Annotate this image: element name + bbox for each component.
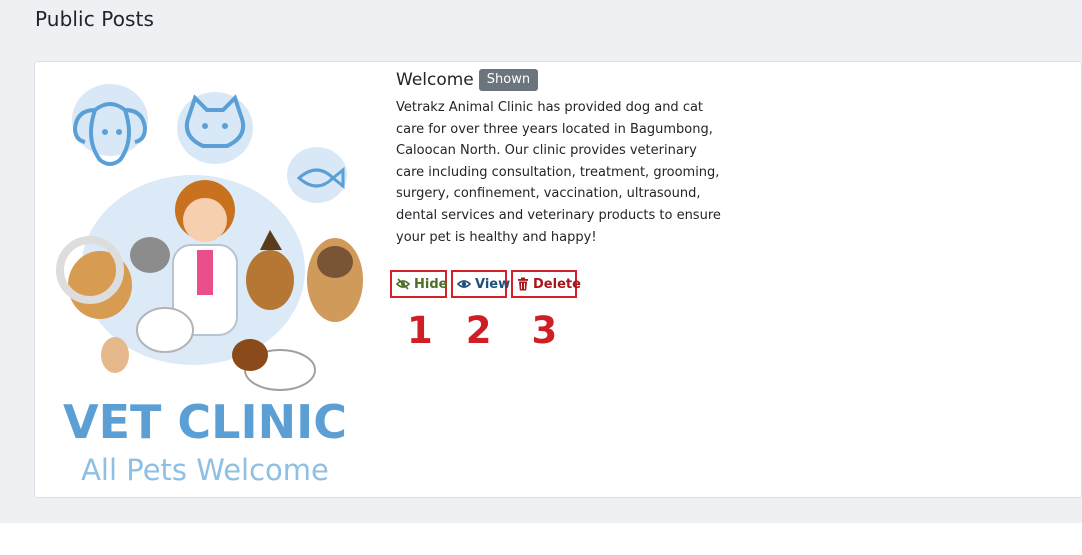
post-actions: Hide View Delete [390, 270, 581, 298]
hide-button[interactable]: Hide [390, 270, 447, 298]
image-text-line2: All Pets Welcome [81, 453, 329, 487]
eye-icon [457, 280, 471, 288]
delete-button[interactable]: Delete [511, 270, 581, 298]
view-button[interactable]: View [451, 270, 511, 298]
image-text-line1: VET CLINIC [63, 395, 347, 449]
post-title: Welcome [396, 70, 474, 90]
annotation-number-1: 1 [407, 309, 433, 352]
annotation-number-2: 2 [465, 309, 492, 352]
hide-button-label: Hide [414, 276, 448, 292]
post-card: VET CLINIC All Pets Welcome Welcome Show… [34, 61, 1082, 498]
annotation-number-3: 3 [531, 309, 558, 352]
delete-button-label: Delete [533, 276, 581, 292]
eye-slash-icon [396, 278, 410, 290]
trash-icon [518, 277, 528, 291]
view-button-label: View [475, 276, 511, 292]
post-body: Vetrakz Animal Clinic has provided dog a… [396, 100, 721, 245]
step-annotations: 1 2 3 [407, 309, 557, 352]
page-title: Public Posts [35, 7, 155, 31]
post-header: Welcome Shown [396, 69, 539, 91]
post-image: VET CLINIC All Pets Welcome [56, 84, 363, 487]
status-badge: Shown [478, 69, 539, 91]
